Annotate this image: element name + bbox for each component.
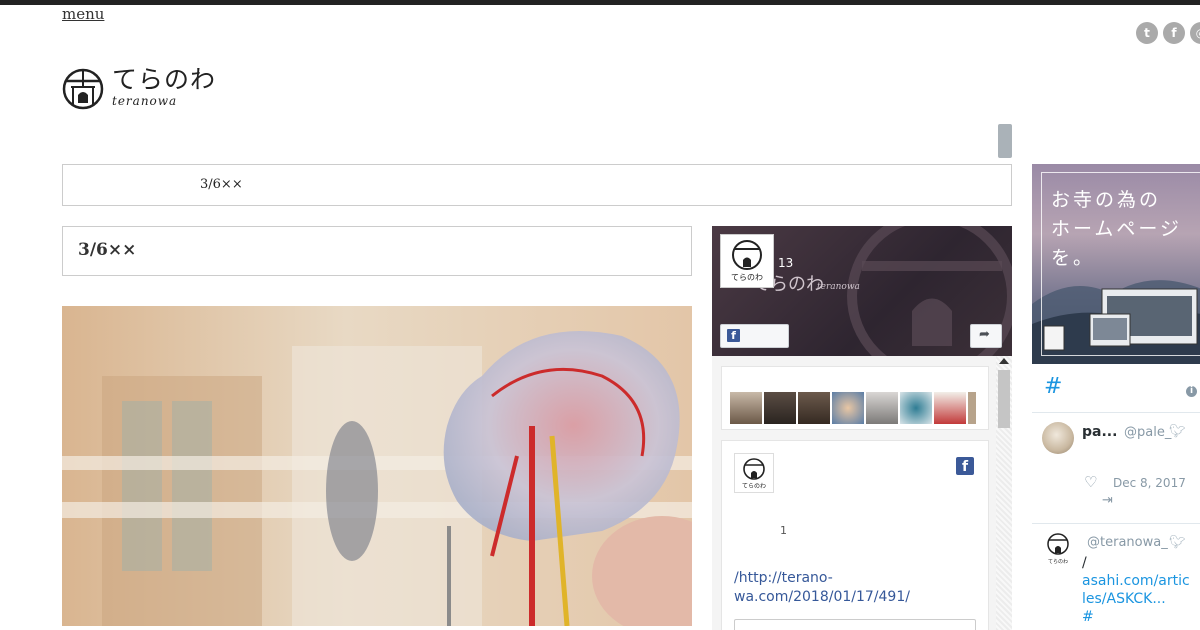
- facebook-comment-field[interactable]: [734, 619, 976, 630]
- fan-avatar[interactable]: [866, 392, 898, 424]
- tweet-hashtag[interactable]: #: [1082, 609, 1094, 625]
- tweet-link[interactable]: asahi.com/articles/ASKCK...: [1082, 573, 1190, 607]
- facebook-cover[interactable]: てらのわ teranowa てらのわ 13 f ➦: [712, 226, 1012, 356]
- ad-headline: お寺の為の ホームページ を。: [1051, 189, 1183, 269]
- fan-avatar[interactable]: [900, 392, 932, 424]
- breadcrumb: 3/6××: [62, 164, 1012, 206]
- heart-icon[interactable]: ♡: [1084, 473, 1097, 491]
- facebook-icon[interactable]: f: [956, 457, 974, 475]
- facebook-page-avatar[interactable]: てらのわ: [720, 234, 774, 288]
- facebook-like-count: 13: [778, 256, 794, 270]
- fan-avatar[interactable]: [798, 392, 830, 424]
- tweet-author-handle[interactable]: @pale_: [1124, 425, 1171, 440]
- social-links: t f ◎: [1136, 22, 1200, 44]
- tweet-date[interactable]: Dec 8, 2017: [1113, 476, 1186, 490]
- facebook-share-button[interactable]: ➦: [970, 324, 1002, 348]
- twitter-hashtag-header[interactable]: #: [1044, 374, 1062, 399]
- tweet-body-slash: /: [1082, 555, 1087, 571]
- tweet-avatar[interactable]: てらのわ: [1044, 532, 1072, 566]
- article-title-box: 3/6××: [62, 226, 692, 276]
- fan-avatar[interactable]: [934, 392, 966, 424]
- facebook-post-avatar[interactable]: てらのわ: [734, 453, 774, 493]
- facebook-like-button[interactable]: f: [720, 324, 789, 348]
- fan-avatar[interactable]: [764, 392, 796, 424]
- page-scrollbar-thumb[interactable]: [998, 124, 1012, 158]
- twitter-icon[interactable]: t: [1136, 22, 1158, 44]
- tweet-body: / asahi.com/articles/ASKCK... #: [1082, 554, 1192, 626]
- instagram-icon[interactable]: ◎: [1190, 22, 1200, 44]
- fan-avatar[interactable]: [730, 392, 762, 424]
- facebook-cover-subtitle: teranowa: [817, 282, 860, 292]
- facebook-fan-faces: [721, 366, 989, 430]
- logo-text-en: teranowa: [112, 94, 178, 108]
- tweet-avatar[interactable]: [1042, 422, 1074, 454]
- hero-image: [62, 306, 692, 626]
- twitter-bird-icon[interactable]: 🐦︎: [1169, 535, 1186, 550]
- breadcrumb-text: 3/6××: [200, 177, 243, 192]
- ad-banner[interactable]: お寺の為の ホームページ を。: [1032, 164, 1200, 364]
- page-title: 3/6××: [78, 240, 137, 260]
- tweet-author-name[interactable]: pa...: [1082, 424, 1117, 440]
- site-logo[interactable]: てらのわ teranowa: [62, 65, 217, 110]
- scroll-up-arrow-icon[interactable]: [999, 358, 1009, 364]
- fan-avatar[interactable]: [968, 392, 976, 424]
- facebook-post-count: 1: [780, 524, 787, 537]
- logo-text-jp: てらのわ: [112, 65, 217, 94]
- divider: [1032, 523, 1200, 524]
- facebook-icon[interactable]: f: [1163, 22, 1185, 44]
- tweet-avatar-label: てらのわ: [1048, 558, 1068, 565]
- temple-logo-icon: [62, 68, 104, 110]
- twitter-bird-icon[interactable]: 🐦︎: [1169, 424, 1186, 439]
- divider: [1032, 412, 1200, 413]
- facebook-page-widget: てらのわ teranowa てらのわ 13 f ➦ てらのわ f 1 /http…: [712, 226, 1012, 630]
- tweet-author-handle[interactable]: @teranowa_: [1087, 535, 1168, 550]
- menu-link[interactable]: menu: [62, 5, 104, 23]
- fan-avatar[interactable]: [832, 392, 864, 424]
- top-bar: [0, 0, 1200, 5]
- facebook-post-avatar-label: てらのわ: [742, 483, 766, 490]
- twitter-timeline-widget: # i pa... @pale_ 🐦︎ ♡ Dec 8, 2017 ⇥ てらのわ…: [1032, 372, 1200, 630]
- facebook-avatar-label: てらのわ: [731, 273, 763, 282]
- share-icon: ➦: [979, 327, 990, 342]
- facebook-icon: f: [727, 329, 740, 342]
- facebook-scrollbar-thumb[interactable]: [998, 370, 1010, 428]
- share-icon[interactable]: ⇥: [1102, 493, 1113, 508]
- facebook-post: てらのわ f 1 /http://terano-wa.com/2018/01/1…: [721, 440, 989, 630]
- facebook-widget-scrollbar[interactable]: [996, 356, 1012, 630]
- facebook-post-link[interactable]: /http://terano-wa.com/2018/01/17/491/: [734, 569, 934, 607]
- info-icon[interactable]: i: [1186, 386, 1197, 397]
